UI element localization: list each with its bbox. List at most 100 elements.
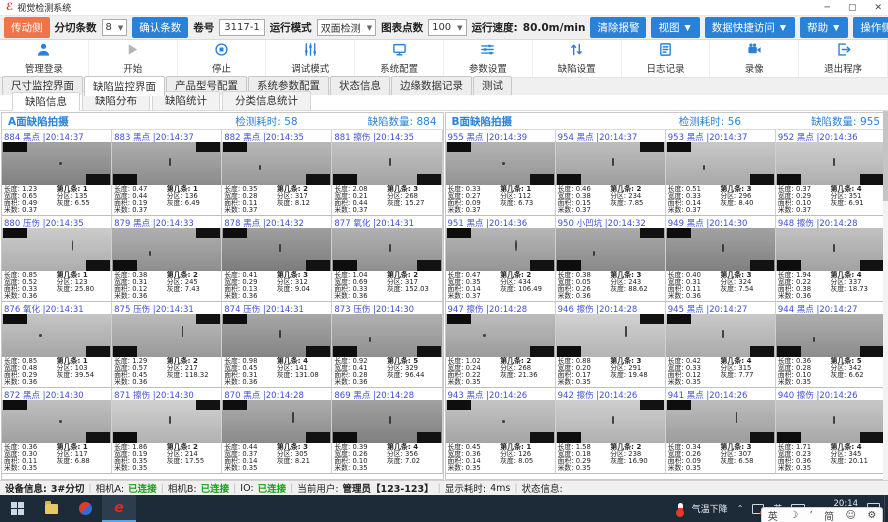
defect-cell[interactable]: 945 黑点 |20:14:27 长度: 0.42 宽度: 0.33 面积: 0… <box>666 302 776 388</box>
defect-cell[interactable]: 869 黑点 |20:14:28 长度: 0.39 宽度: 0.26 面积: 0… <box>332 388 442 474</box>
defect-cell[interactable]: 951 黑点 |20:14:36 长度: 0.47 宽度: 0.35 面积: 0… <box>446 216 556 302</box>
minimize-button[interactable]: ─ <box>825 3 830 13</box>
vertical-scrollbar[interactable] <box>883 111 888 480</box>
defect-cell[interactable]: 880 压伤 |20:14:35 长度: 0.85 宽度: 0.52 面积: 0… <box>2 216 112 302</box>
data-quick-access-menu-button[interactable]: 数据快捷访问 ▼ <box>705 17 795 38</box>
clear-alarm-button[interactable]: 清除报警 <box>590 17 646 38</box>
defect-cell[interactable]: 943 黑点 |20:14:26 长度: 0.45 宽度: 0.36 面积: 0… <box>446 388 556 474</box>
stop-button[interactable]: 停止 <box>178 40 267 77</box>
defect-cell[interactable]: 940 擦伤 |20:14:26 长度: 1.71 宽度: 0.23 面积: 0… <box>776 388 886 474</box>
ime-lang[interactable]: 英 <box>768 508 778 522</box>
show-desktop-button[interactable] <box>884 495 888 522</box>
confirm-count-button[interactable]: 确认条数 <box>132 17 188 38</box>
close-button[interactable]: ✕ <box>874 3 882 13</box>
defect-cell[interactable]: 872 黑点 |20:14:30 长度: 0.36 宽度: 0.30 面积: 0… <box>2 388 112 474</box>
defect-thumbnail-image[interactable] <box>112 314 221 357</box>
defect-cell[interactable]: 878 黑点 |20:14:32 长度: 0.41 宽度: 0.29 面积: 0… <box>222 216 332 302</box>
defect-cell[interactable]: 947 擦伤 |20:14:28 长度: 1.02 宽度: 0.24 面积: 0… <box>446 302 556 388</box>
operator-side-button[interactable]: 操作侧 <box>853 17 888 38</box>
defect-thumbnail-image[interactable] <box>2 228 111 271</box>
maximize-button[interactable]: ▢ <box>848 3 857 13</box>
defect-settings-button[interactable]: 缺陷设置 <box>533 40 622 77</box>
ime-punct-icon[interactable]: ’ <box>809 510 812 521</box>
defect-thumbnail-image[interactable] <box>222 228 331 271</box>
subtab-defect-info[interactable]: 缺陷信息 <box>12 92 80 111</box>
defect-cell[interactable]: 870 黑点 |20:14:28 长度: 0.44 宽度: 0.37 面积: 0… <box>222 388 332 474</box>
defect-thumbnail-image[interactable] <box>666 400 775 443</box>
defect-cell[interactable]: 953 黑点 |20:14:37 长度: 0.51 宽度: 0.33 面积: 0… <box>666 130 776 216</box>
param-settings-button[interactable]: 参数设置 <box>444 40 533 77</box>
defect-cell[interactable]: 942 擦伤 |20:14:26 长度: 1.58 宽度: 0.18 面积: 0… <box>556 388 666 474</box>
defect-thumbnail-image[interactable] <box>556 314 665 357</box>
view-menu-button[interactable]: 视图 ▼ <box>651 17 699 38</box>
start-button[interactable] <box>0 495 34 522</box>
defect-thumbnail-image[interactable] <box>556 228 665 271</box>
defect-cell[interactable]: 948 擦伤 |20:14:28 长度: 1.94 宽度: 0.22 面积: 0… <box>776 216 886 302</box>
defect-cell[interactable]: 871 擦伤 |20:14:30 长度: 1.86 宽度: 0.19 面积: 0… <box>112 388 222 474</box>
defect-thumbnail-image[interactable] <box>666 314 775 357</box>
log-record-button[interactable]: 日志记录 <box>622 40 711 77</box>
file-explorer-button[interactable] <box>34 495 68 522</box>
defect-cell[interactable]: 952 黑点 |20:14:36 长度: 0.37 宽度: 0.29 面积: 0… <box>776 130 886 216</box>
defect-thumbnail-image[interactable] <box>222 400 331 443</box>
chevron-up-icon[interactable]: ⌃ <box>737 504 744 513</box>
ime-simplified[interactable]: 简 <box>824 508 834 522</box>
record-video-button[interactable]: 录像 <box>710 40 799 77</box>
defect-cell[interactable]: 879 黑点 |20:14:33 长度: 0.38 宽度: 0.31 面积: 0… <box>112 216 222 302</box>
defect-cell[interactable]: 944 黑点 |20:14:27 长度: 0.36 宽度: 0.28 面积: 0… <box>776 302 886 388</box>
defect-cell[interactable]: 875 压伤 |20:14:31 长度: 1.29 宽度: 0.57 面积: 0… <box>112 302 222 388</box>
defect-cell[interactable]: 884 黑点 |20:14:37 长度: 1.23 宽度: 0.65 面积: 0… <box>2 130 112 216</box>
defect-cell[interactable]: 946 擦伤 |20:14:28 长度: 0.88 宽度: 0.20 面积: 0… <box>556 302 666 388</box>
defect-cell[interactable]: 883 黑点 |20:14:37 长度: 0.47 宽度: 0.44 面积: 0… <box>112 130 222 216</box>
defect-cell[interactable]: 955 黑点 |20:14:39 长度: 0.33 宽度: 0.27 面积: 0… <box>446 130 556 216</box>
admin-login-button[interactable]: 管理登录 <box>0 40 89 77</box>
drive-side-button[interactable]: 传动侧 <box>4 17 50 38</box>
defect-thumbnail-image[interactable] <box>776 142 885 185</box>
defect-thumbnail-image[interactable] <box>2 314 111 357</box>
defect-thumbnail-image[interactable] <box>446 142 555 185</box>
run-mode-select[interactable]: 双面检测▼ <box>317 19 376 36</box>
defect-cell[interactable]: 882 黑点 |20:14:35 长度: 0.35 宽度: 0.28 面积: 0… <box>222 130 332 216</box>
defect-thumbnail-image[interactable] <box>332 314 441 357</box>
tab-test[interactable]: 测试 <box>473 76 512 95</box>
debug-mode-button[interactable]: 调试模式 <box>266 40 355 77</box>
pinned-app-button[interactable] <box>68 495 102 522</box>
defect-thumbnail-image[interactable] <box>776 314 885 357</box>
defect-thumbnail-image[interactable] <box>776 228 885 271</box>
defect-cell[interactable]: 874 压伤 |20:14:31 长度: 0.98 宽度: 0.45 面积: 0… <box>222 302 332 388</box>
defect-thumbnail-image[interactable] <box>446 314 555 357</box>
defect-cell[interactable]: 881 擦伤 |20:14:35 长度: 2.08 宽度: 0.21 面积: 0… <box>332 130 442 216</box>
defect-thumbnail-image[interactable] <box>112 142 221 185</box>
defect-thumbnail-image[interactable] <box>776 400 885 443</box>
chart-points-select[interactable]: 100▼ <box>428 19 466 36</box>
defect-thumbnail-image[interactable] <box>112 400 221 443</box>
defect-thumbnail-image[interactable] <box>112 228 221 271</box>
defect-cell[interactable]: 949 黑点 |20:14:30 长度: 0.40 宽度: 0.31 面积: 0… <box>666 216 776 302</box>
exit-program-button[interactable]: 退出程序 <box>799 40 888 77</box>
ime-emoji-icon[interactable]: ☺ <box>845 510 855 521</box>
ime-moon-icon[interactable]: ☽ <box>789 510 798 521</box>
defect-thumbnail-image[interactable] <box>2 400 111 443</box>
defect-thumbnail-image[interactable] <box>332 142 441 185</box>
defect-thumbnail-image[interactable] <box>2 142 111 185</box>
defect-thumbnail-image[interactable] <box>666 142 775 185</box>
defect-cell[interactable]: 950 小凹坑 |20:14:32 长度: 0.38 宽度: 0.05 面积: … <box>556 216 666 302</box>
defect-thumbnail-image[interactable] <box>556 400 665 443</box>
help-menu-button[interactable]: 帮助 ▼ <box>800 17 848 38</box>
tab-defect-monitor[interactable]: 缺陷监控界面 <box>84 76 165 96</box>
tab-status-info[interactable]: 状态信息 <box>330 76 390 95</box>
start-button[interactable]: 开始 <box>89 40 178 77</box>
defect-cell[interactable]: 877 氧化 |20:14:31 长度: 1.04 宽度: 0.69 面积: 0… <box>332 216 442 302</box>
defect-thumbnail-image[interactable] <box>446 228 555 271</box>
weather-text[interactable]: 气温下降 <box>692 502 728 515</box>
active-app-button[interactable]: e <box>102 495 136 522</box>
defect-cell[interactable]: 873 压伤 |20:14:30 长度: 0.92 宽度: 0.41 面积: 0… <box>332 302 442 388</box>
subtab-class-info-statistics[interactable]: 分类信息统计 <box>222 91 311 110</box>
system-config-button[interactable]: 系统配置 <box>355 40 444 77</box>
defect-cell[interactable]: 941 黑点 |20:14:26 长度: 0.34 宽度: 0.26 面积: 0… <box>666 388 776 474</box>
defect-thumbnail-image[interactable] <box>222 142 331 185</box>
defect-thumbnail-image[interactable] <box>666 228 775 271</box>
defect-thumbnail-image[interactable] <box>446 400 555 443</box>
roll-number-input[interactable]: 3117-1 <box>219 19 264 36</box>
defect-cell[interactable]: 954 黑点 |20:14:37 长度: 0.46 宽度: 0.38 面积: 0… <box>556 130 666 216</box>
